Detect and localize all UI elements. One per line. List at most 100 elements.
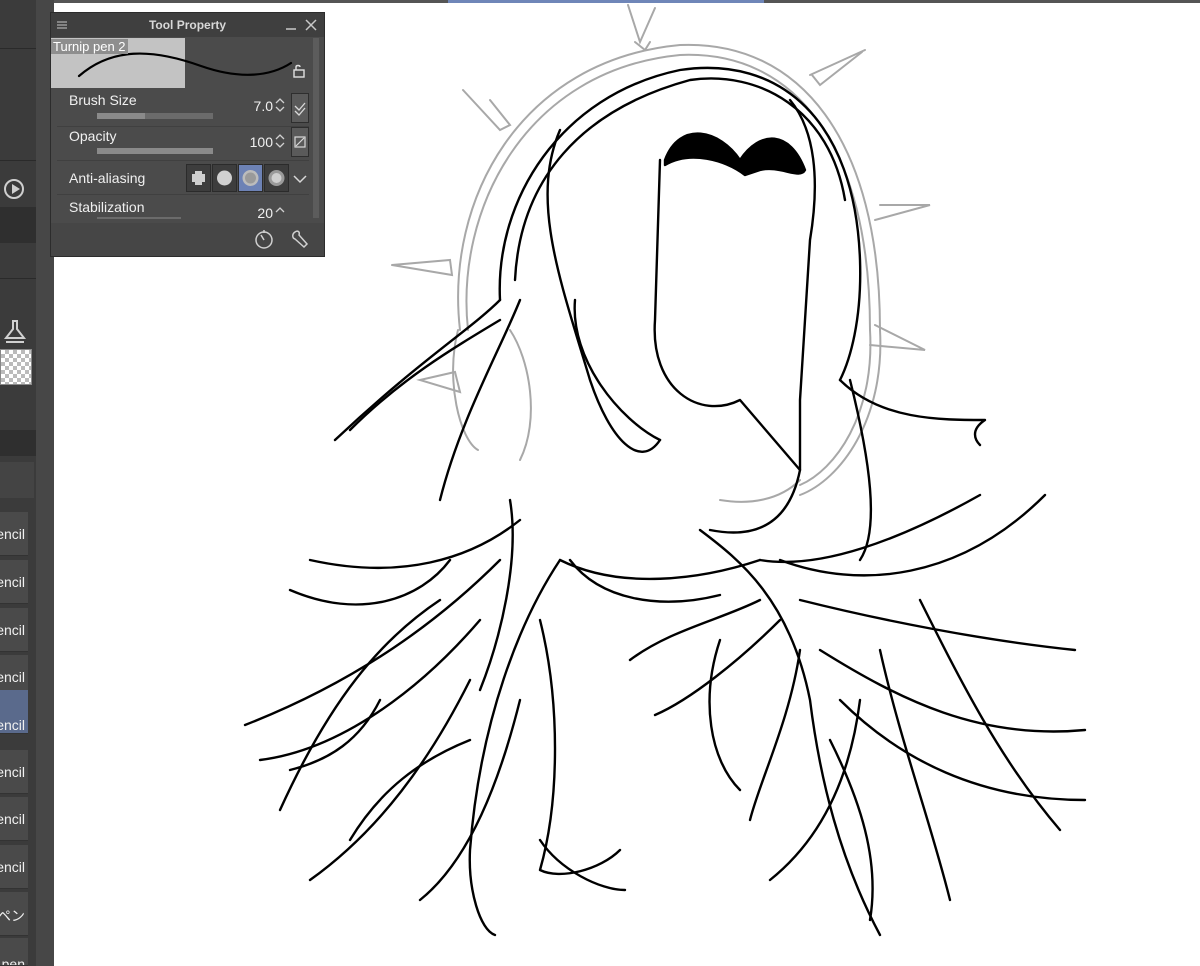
toolbar-divider — [0, 48, 36, 49]
sub-tool-item[interactable]: encil — [0, 560, 28, 604]
sub-tool-item[interactable]: ペン — [0, 892, 28, 936]
opacity-label: Opacity — [69, 128, 117, 144]
sub-tool-item[interactable]: encil — [0, 845, 28, 889]
settings-dial-icon[interactable] — [253, 228, 275, 250]
hair-lock — [708, 638, 742, 792]
sub-tool-label: encil — [0, 574, 25, 590]
stabilization-value[interactable]: 20 — [223, 205, 273, 221]
toolbar-divider — [0, 278, 36, 279]
opacity-stepper[interactable] — [275, 132, 285, 150]
stabilization-slider[interactable] — [97, 217, 181, 219]
row-divider — [57, 126, 309, 127]
halo-spike — [462, 89, 512, 132]
stabilization-stepper[interactable] — [275, 205, 285, 223]
toolbar-band — [0, 430, 36, 456]
halo-spike — [391, 258, 454, 277]
ear-sketch — [452, 329, 532, 461]
lineart-layer — [243, 66, 1087, 937]
hair-strand — [438, 298, 522, 502]
hair-lock — [748, 648, 802, 822]
aa-weak-icon — [217, 170, 232, 186]
panel-title-bar[interactable]: Tool Property — [51, 13, 324, 37]
sub-tool-label: pen — [1, 956, 25, 966]
play-icon[interactable] — [4, 179, 24, 199]
hair-strand — [348, 318, 502, 432]
aa-strong-button[interactable] — [264, 164, 289, 192]
hair-strand — [546, 128, 662, 453]
lock-icon[interactable] — [291, 63, 307, 79]
brush-size-label: Brush Size — [69, 92, 137, 108]
sub-tool-item[interactable]: encil — [0, 797, 28, 841]
halo-spike — [811, 51, 863, 87]
brush-size-slider-fill — [97, 113, 145, 119]
minimize-icon[interactable] — [283, 17, 299, 33]
hair-lock — [838, 698, 1087, 802]
hair-lock — [243, 558, 502, 727]
panel-scrollbar[interactable] — [313, 38, 319, 218]
brush-size-stepper[interactable] — [275, 96, 285, 114]
opacity-pressure-button[interactable] — [291, 127, 309, 157]
aa-medium-icon — [242, 170, 259, 186]
sub-tool-label: encil — [0, 622, 25, 638]
anti-aliasing-label: Anti-aliasing — [69, 170, 146, 186]
jaw-sketch — [719, 479, 801, 503]
opacity-slider-fill — [97, 148, 213, 154]
hair-lock — [558, 558, 762, 581]
chevron-down-icon[interactable] — [291, 170, 309, 188]
sub-tool-item[interactable]: encil — [0, 750, 28, 794]
hair-lock — [258, 618, 482, 762]
hair-lock — [348, 738, 472, 842]
hair-lock — [698, 528, 882, 937]
brush-size-value[interactable]: 7.0 — [223, 98, 273, 114]
aa-none-button[interactable] — [186, 164, 211, 192]
sub-tool-item[interactable]: pen — [0, 938, 28, 966]
hair-outline — [498, 66, 862, 382]
halo-ring-inner — [465, 53, 872, 486]
sub-tool-label: encil — [0, 526, 25, 542]
sub-tool-label: encil — [0, 764, 25, 780]
aa-strong-icon — [268, 170, 285, 186]
toolbar-band — [0, 462, 34, 498]
hair-lock — [308, 518, 522, 570]
brush-size-pressure-button[interactable] — [291, 93, 309, 123]
toolbar-band — [0, 207, 36, 243]
hair-lock — [798, 598, 1077, 652]
halo-ring-outer — [457, 43, 882, 496]
hair-lock — [628, 598, 762, 662]
hair-lock — [568, 558, 722, 603]
sub-tool-item[interactable]: encil — [0, 512, 28, 556]
halo-spike — [627, 4, 656, 52]
sub-tool-item[interactable]: encil — [0, 608, 28, 652]
aa-medium-button[interactable] — [238, 164, 263, 192]
hair-lock — [538, 618, 622, 876]
sub-tool-label: encil — [0, 811, 25, 827]
slash-box-icon — [294, 136, 306, 148]
row-divider — [57, 194, 309, 195]
hair-lock — [468, 558, 562, 937]
face-outline — [653, 158, 802, 534]
transparent-swatch[interactable] — [0, 349, 32, 385]
toolbar-divider — [0, 160, 36, 161]
halo-spike — [869, 324, 926, 351]
brush-size-slider[interactable] — [97, 113, 213, 119]
opacity-value[interactable]: 100 — [223, 134, 273, 150]
sub-tool-label: ペン — [0, 908, 25, 924]
sketch-layer — [391, 4, 931, 503]
pressure-icon — [294, 102, 306, 116]
sub-tool-label: encil — [0, 859, 25, 875]
close-icon[interactable] — [303, 17, 319, 33]
halo-spike — [874, 204, 931, 221]
hair-lock — [878, 648, 952, 902]
hair-lock — [778, 493, 1047, 577]
brush-preview-name: Turnip pen 2 — [51, 39, 128, 54]
stabilization-label: Stabilization — [69, 199, 145, 215]
sub-tool-item-selected[interactable]: encil — [0, 690, 28, 734]
row-divider — [57, 160, 309, 161]
left-toolbar: encil encil encil encil encil encil enci… — [0, 0, 36, 966]
aa-none-icon — [192, 171, 205, 185]
clear-layer-icon[interactable] — [2, 318, 28, 344]
opacity-slider[interactable] — [97, 148, 213, 154]
hair-part-shadow — [663, 132, 807, 177]
wrench-icon[interactable] — [289, 228, 311, 250]
aa-weak-button[interactable] — [212, 164, 237, 192]
